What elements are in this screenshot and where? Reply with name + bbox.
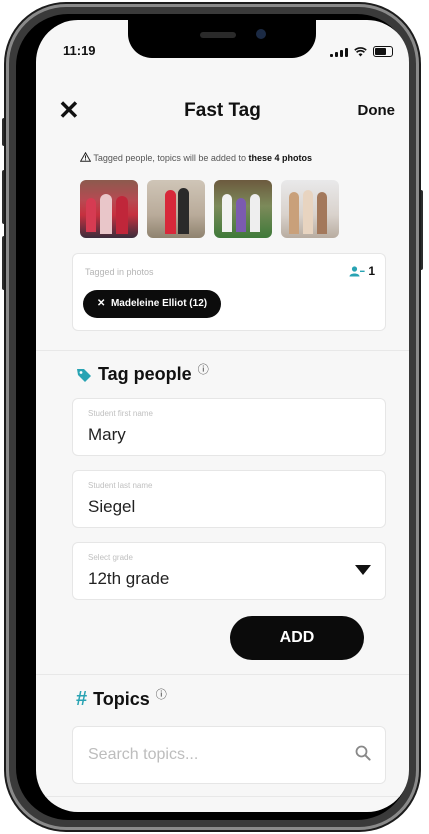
battery-icon: [373, 46, 393, 57]
warning-icon: [79, 151, 92, 162]
front-camera: [256, 29, 266, 39]
tagged-count: 1: [349, 264, 375, 278]
photo-thumbnail[interactable]: [147, 180, 205, 238]
tagged-in-photos-card: Tagged in photos 1 ✕ Madeleine Elliot (1…: [72, 253, 386, 331]
grade-select[interactable]: Select grade 12th grade: [72, 542, 386, 600]
tag-notice: Tagged people, topics will be added to t…: [79, 151, 312, 163]
photo-thumbnails: [80, 180, 339, 238]
notch: [128, 20, 316, 58]
speaker: [200, 32, 236, 38]
info-icon[interactable]: ⓘ: [198, 361, 209, 377]
chevron-down-icon[interactable]: [355, 565, 371, 575]
tagged-person-chip[interactable]: ✕ Madeleine Elliot (12): [83, 290, 222, 318]
search-icon[interactable]: [355, 745, 371, 761]
status-time: 11:19: [63, 43, 96, 58]
wifi-icon: [354, 47, 367, 57]
photo-thumbnail[interactable]: [281, 180, 339, 238]
photo-thumbnail[interactable]: [80, 180, 138, 238]
topics-search-placeholder: Search topics...: [88, 746, 199, 763]
tagged-in-photos-label: Tagged in photos: [85, 267, 154, 277]
status-icons: [330, 46, 393, 57]
nav-bar: ✕ Fast Tag Done: [36, 92, 409, 128]
topics-search-input[interactable]: Search topics...: [72, 726, 386, 784]
section-divider: [36, 350, 409, 351]
tagged-person-name: Madeleine Elliot (12): [110, 298, 208, 309]
grade-label: Select grade: [88, 553, 133, 562]
first-name-value: Mary: [88, 425, 126, 444]
info-icon[interactable]: ⓘ: [156, 686, 167, 702]
done-button[interactable]: Done: [358, 102, 396, 119]
tag-notice-text: Tagged people, topics will be added to: [93, 153, 249, 163]
tag-people-title: Tag people: [98, 364, 192, 384]
add-button[interactable]: ADD: [230, 616, 364, 660]
topics-title: Topics: [93, 689, 150, 709]
first-name-field[interactable]: Student first name Mary: [72, 398, 386, 456]
tag-people-heading: Tag people ⓘ: [76, 364, 209, 385]
page-title: Fast Tag: [184, 100, 261, 121]
tag-icon: [77, 368, 91, 382]
last-name-label: Student last name: [88, 481, 153, 490]
app-screen: 11:19 ✕ Fast Tag Done Tagged people, top…: [36, 20, 409, 812]
grade-value: 12th grade: [88, 569, 170, 588]
signal-icon: [330, 48, 348, 57]
remove-chip-icon[interactable]: ✕: [97, 298, 105, 309]
tag-notice-photo-count: these 4 photos: [248, 153, 312, 163]
section-divider: [36, 796, 409, 797]
person-icon: [349, 265, 365, 276]
photo-thumbnail[interactable]: [214, 180, 272, 238]
last-name-field[interactable]: Student last name Siegel: [72, 470, 386, 528]
last-name-value: Siegel: [88, 497, 136, 516]
hash-icon: #: [76, 688, 88, 710]
section-divider: [36, 674, 409, 675]
phone-power-button: [419, 190, 423, 270]
tagged-count-value: 1: [368, 264, 375, 278]
first-name-label: Student first name: [88, 409, 153, 418]
topics-heading: # Topics ⓘ: [76, 688, 167, 711]
